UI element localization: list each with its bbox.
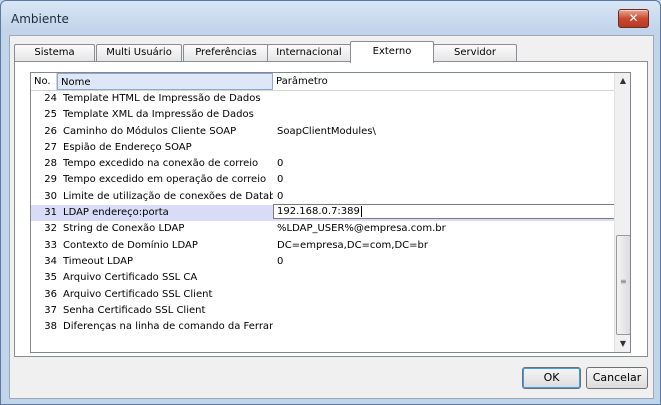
row-number: 34 <box>44 255 57 267</box>
parameter-value-input[interactable]: 192.168.0.7:389 <box>273 204 618 220</box>
parameter-value[interactable]: 0 <box>277 254 607 270</box>
scroll-up-icon[interactable]: ▲ <box>615 73 630 89</box>
parameter-name: Tempo excedido em operação de correio <box>63 174 267 186</box>
tab-preferencias[interactable]: Preferências <box>183 44 269 62</box>
table-row[interactable]: 29 Tempo excedido em operação de correio 0 <box>31 172 614 188</box>
row-number: 33 <box>44 239 57 251</box>
row-number: 31 <box>44 207 57 219</box>
table-row[interactable]: 26 Caminho do Módulos Cliente SOAP SoapCli… <box>31 124 614 140</box>
parameter-name: Caminho do Módulos Cliente SOAP <box>63 125 237 137</box>
table-row[interactable]: 38 Diferenças na linha de comando da Ferr… <box>31 319 614 335</box>
row-number: 35 <box>44 272 57 284</box>
parameter-value: 192.168.0.7:389 <box>277 206 360 218</box>
scrollbar-thumb[interactable]: ≡ <box>616 235 630 335</box>
tab-label: Servidor <box>454 47 496 58</box>
table-row[interactable]: 34 Timeout LDAP 0 <box>31 254 614 270</box>
table-row[interactable]: 28 Tempo excedido na conexão de correio 0 <box>31 156 614 172</box>
parameter-name: Template XML da Impressão de Dados <box>63 109 254 121</box>
table-row[interactable]: 37 Senha Certificado SSL Client <box>31 303 614 319</box>
tab-label: Sistema <box>34 47 75 58</box>
table-row[interactable]: 36 Arquivo Certificado SSL Client <box>31 287 614 303</box>
column-header-param[interactable]: Parâmetro <box>273 73 614 90</box>
text-caret <box>360 205 362 217</box>
tab-sistema[interactable]: Sistema <box>14 44 95 62</box>
row-number: 38 <box>44 321 57 333</box>
close-button[interactable]: ✕ <box>618 9 649 28</box>
row-number: 32 <box>44 223 57 235</box>
table-row[interactable]: 33 Contexto de Domínio LDAP DC=empresa,DC=… <box>31 238 614 254</box>
parameter-name: Contexto de Domínio LDAP <box>63 239 198 251</box>
row-number: 28 <box>44 158 57 170</box>
grip-icon: ≡ <box>620 277 627 286</box>
parameter-value[interactable]: 0 <box>277 189 607 205</box>
parameter-name: Diferenças na linha de comando da Ferram… <box>63 321 273 333</box>
ok-button[interactable]: OK <box>522 367 581 389</box>
vertical-scrollbar[interactable]: ▲ ≡ ▼ <box>614 73 630 352</box>
row-number: 36 <box>44 288 57 300</box>
row-number: 26 <box>44 125 57 137</box>
tab-multi-usuario[interactable]: Multi Usuário <box>96 44 182 62</box>
parameter-value[interactable]: 0 <box>277 156 607 172</box>
table-row[interactable]: 35 Arquivo Certificado SSL CA <box>31 270 614 286</box>
scroll-down-icon[interactable]: ▼ <box>615 336 630 352</box>
ambiente-dialog: Ambiente ✕ Sistema Multi Usuário Preferê… <box>0 0 661 405</box>
table-row[interactable]: 24 Template HTML de Impressão de Dados <box>31 91 614 107</box>
table-row[interactable]: 27 Espião de Endereço SOAP <box>31 140 614 156</box>
parameter-name: Template HTML de Impressão de Dados <box>63 93 261 104</box>
table-row[interactable]: 30 Limite de utilização de conexões de Da… <box>31 189 614 205</box>
parameter-name: Espião de Endereço SOAP <box>63 141 192 153</box>
parameter-value[interactable]: %LDAP_USER%@empresa.com.br <box>277 221 607 237</box>
parameter-name: Timeout LDAP <box>63 255 133 267</box>
close-icon: ✕ <box>628 11 639 25</box>
row-number: 24 <box>44 93 57 104</box>
grid-rows: 24 Template HTML de Impressão de Dados 25 T… <box>31 91 618 335</box>
parameter-name: Limite de utilização de conexões de Data… <box>63 190 273 202</box>
tab-externo[interactable]: Externo <box>350 41 434 63</box>
tab-label: Preferências <box>195 47 257 58</box>
parameter-value[interactable]: DC=empresa,DC=com,DC=br <box>277 238 607 254</box>
tab-panel-externo: No. Nome Parâmetro 24 Template HTML de Im… <box>14 61 648 357</box>
column-header-name[interactable]: Nome <box>57 73 273 90</box>
dialog-body: Sistema Multi Usuário Preferências Inter… <box>9 35 654 399</box>
parameter-name: Senha Certificado SSL Client <box>63 304 206 316</box>
row-number: 27 <box>44 141 57 153</box>
tab-label: Internacional <box>276 47 342 58</box>
window-title: Ambiente <box>11 12 69 26</box>
parameter-name: LDAP endereço:porta <box>63 207 169 219</box>
row-number: 30 <box>44 190 57 202</box>
parameter-name: Tempo excedido na conexão de correio <box>63 158 259 170</box>
row-number: 29 <box>44 174 57 186</box>
row-number: 25 <box>44 109 57 121</box>
cancel-button[interactable]: Cancelar <box>586 367 648 389</box>
tab-internacional[interactable]: Internacional <box>267 44 351 62</box>
grid-header: No. Nome Parâmetro <box>31 73 614 91</box>
tab-label: Externo <box>372 46 412 57</box>
parameter-name: Arquivo Certificado SSL Client <box>63 288 213 300</box>
table-row[interactable]: 25 Template XML da Impressão de Dados <box>31 107 614 123</box>
title-bar[interactable]: Ambiente ✕ <box>1 1 660 35</box>
row-number: 37 <box>44 304 57 316</box>
tab-label: Multi Usuário <box>106 47 172 58</box>
parameter-name: Arquivo Certificado SSL CA <box>63 272 198 284</box>
table-row[interactable]: 32 String de Conexão LDAP %LDAP_USER%@empr… <box>31 221 614 237</box>
table-row[interactable]: 31 LDAP endereço:porta 192.168.0.7:389 <box>31 204 618 222</box>
parameter-grid: No. Nome Parâmetro 24 Template HTML de Im… <box>30 72 631 353</box>
tab-servidor[interactable]: Servidor <box>433 44 517 62</box>
column-header-no[interactable]: No. <box>31 73 57 90</box>
parameter-value[interactable]: 0 <box>277 172 607 188</box>
parameter-value[interactable]: SoapClientModules\ <box>277 124 607 140</box>
parameter-name: String de Conexão LDAP <box>63 223 185 235</box>
